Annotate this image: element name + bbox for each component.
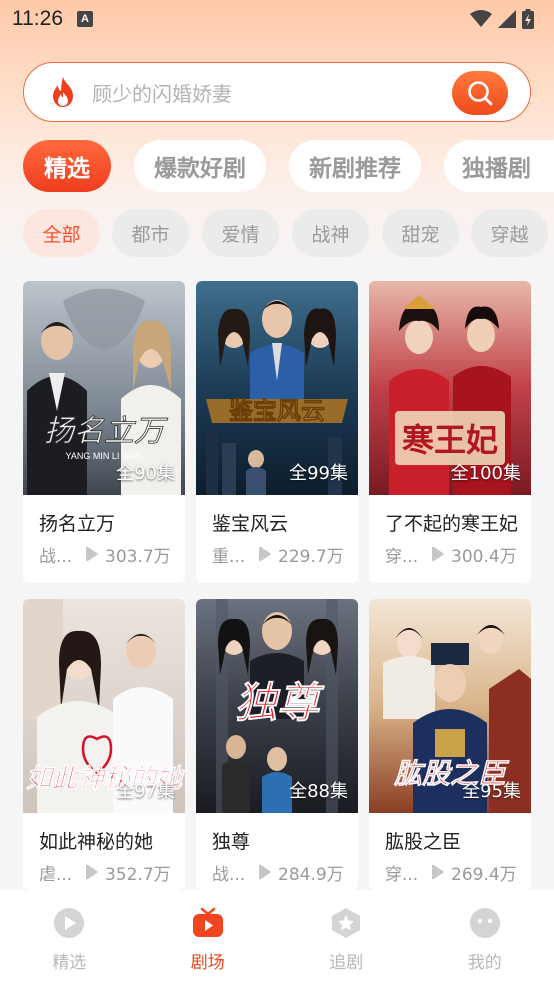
drama-card[interactable]: 如此神秘的她 全97集 如此神秘的她 虐... 352.7万 xyxy=(23,599,185,890)
bottom-nav: 精选 剧场 追剧 我的 xyxy=(0,890,554,984)
episode-count: 全90集 xyxy=(116,463,175,484)
drama-views: 300.4万 xyxy=(451,546,517,567)
drama-meta: 穿... 269.4万 xyxy=(385,861,517,885)
episode-count: 全95集 xyxy=(462,781,521,802)
play-count-icon xyxy=(432,864,444,880)
wifi-icon xyxy=(470,10,492,27)
drama-poster[interactable]: 肱股之臣 全95集 xyxy=(369,599,531,813)
play-count-icon xyxy=(86,864,98,880)
fire-icon xyxy=(53,77,73,107)
drama-meta: 重... 229.7万 xyxy=(212,543,344,567)
poster-title-art: 鉴宝风云 xyxy=(228,396,325,425)
drama-meta: 战... 303.7万 xyxy=(39,543,171,567)
drama-poster[interactable]: 扬名立万 YANG MIN LI WAN 全90集 xyxy=(23,281,185,495)
drama-poster[interactable]: 独尊 全88集 xyxy=(196,599,358,813)
episode-count: 全88集 xyxy=(289,781,348,802)
drama-title: 鉴宝风云 xyxy=(212,513,289,535)
drama-meta: 战... 284.9万 xyxy=(212,861,344,885)
tab-jingxuan[interactable]: 精选 xyxy=(23,140,111,192)
tv-icon xyxy=(192,907,223,937)
search-button[interactable] xyxy=(452,71,508,115)
tab-dubo[interactable]: 独播剧 xyxy=(444,140,554,192)
nav-zhuiju[interactable]: 追剧 xyxy=(277,890,416,984)
drama-meta: 虐... 352.7万 xyxy=(39,861,171,885)
poster-title-art: 寒王妃 xyxy=(402,421,498,459)
drama-poster[interactable]: 寒王妃 全100集 xyxy=(369,281,531,495)
tab-xinju[interactable]: 新剧推荐 xyxy=(289,140,421,192)
drama-card[interactable]: 鉴宝风云 全99集 鉴宝风云 重... 229.7万 xyxy=(196,281,358,583)
play-count-icon xyxy=(259,546,271,562)
play-count-icon xyxy=(259,864,271,880)
battery-icon xyxy=(522,9,534,29)
drama-card[interactable]: 扬名立万 YANG MIN LI WAN 全90集 扬名立万 战... 303.… xyxy=(23,281,185,583)
poster-title-art: 独尊 xyxy=(235,678,325,727)
episode-count: 全97集 xyxy=(116,781,175,802)
drama-poster[interactable]: 如此神秘的她 全97集 xyxy=(23,599,185,813)
category-zhanshen[interactable]: 战神 xyxy=(292,209,369,257)
poster-title-art: 扬名立万 xyxy=(44,414,168,449)
search-bar[interactable]: 顾少的闪婚娇妻 xyxy=(23,62,531,122)
status-time: 11:26 xyxy=(12,7,63,30)
nav-label: 追剧 xyxy=(329,953,364,973)
episode-count: 全100集 xyxy=(450,463,521,484)
drama-title: 如此神秘的她 xyxy=(39,831,154,853)
status-bar: 11:26 A xyxy=(0,0,554,38)
drama-title: 独尊 xyxy=(212,831,251,853)
drama-title: 了不起的寒王妃 xyxy=(385,513,519,535)
drama-views: 269.4万 xyxy=(451,864,517,885)
drama-title: 肱股之臣 xyxy=(385,831,462,853)
drama-views: 284.9万 xyxy=(278,864,344,885)
nav-label: 剧场 xyxy=(190,953,225,973)
play-count-icon xyxy=(86,546,98,562)
category-aiqing[interactable]: 爱情 xyxy=(202,209,279,257)
category-all[interactable]: 全部 xyxy=(23,209,100,257)
drama-views: 229.7万 xyxy=(278,546,344,567)
drama-meta: 穿... 300.4万 xyxy=(385,543,517,567)
tab-bar: 精选 爆款好剧 新剧推荐 独播剧 xyxy=(0,140,554,192)
search-icon xyxy=(468,81,493,106)
face-icon xyxy=(469,908,500,938)
drama-genre: 穿... xyxy=(385,546,419,567)
category-filter: 全部 都市 爱情 战神 甜宠 穿越 xyxy=(0,209,554,259)
play-circle-icon xyxy=(54,908,85,938)
drama-poster[interactable]: 鉴宝风云 全99集 xyxy=(196,281,358,495)
drama-card[interactable]: 独尊 全88集 独尊 战... 284.9万 xyxy=(196,599,358,890)
nav-wode[interactable]: 我的 xyxy=(416,890,554,984)
search-input[interactable]: 顾少的闪婚娇妻 xyxy=(92,78,232,107)
signal-icon xyxy=(498,10,516,28)
episode-count: 全99集 xyxy=(289,463,348,484)
drama-card[interactable]: 肱股之臣 全95集 肱股之臣 穿... 269.4万 xyxy=(369,599,531,890)
nav-juchang[interactable]: 剧场 xyxy=(139,890,278,984)
nav-label: 我的 xyxy=(467,953,502,973)
drama-genre: 战... xyxy=(212,864,246,885)
drama-genre: 战... xyxy=(39,546,73,567)
drama-genre: 虐... xyxy=(39,864,73,885)
nav-label: 精选 xyxy=(52,953,87,973)
drama-views: 352.7万 xyxy=(105,864,171,885)
category-tianchong[interactable]: 甜宠 xyxy=(382,209,459,257)
drama-genre: 穿... xyxy=(385,864,419,885)
category-dushi[interactable]: 都市 xyxy=(112,209,189,257)
play-count-icon xyxy=(432,546,444,562)
tab-baokuan[interactable]: 爆款好剧 xyxy=(134,140,266,192)
nav-jingxuan[interactable]: 精选 xyxy=(0,890,139,984)
drama-title: 扬名立万 xyxy=(39,513,116,535)
category-chuanyue[interactable]: 穿越 xyxy=(471,209,548,257)
drama-card[interactable]: 寒王妃 全100集 了不起的寒王妃 穿... 300.4万 xyxy=(369,281,531,583)
drama-views: 303.7万 xyxy=(105,546,171,567)
notification-icon: A xyxy=(77,11,93,27)
star-badge-icon xyxy=(332,908,361,938)
drama-genre: 重... xyxy=(212,546,246,567)
